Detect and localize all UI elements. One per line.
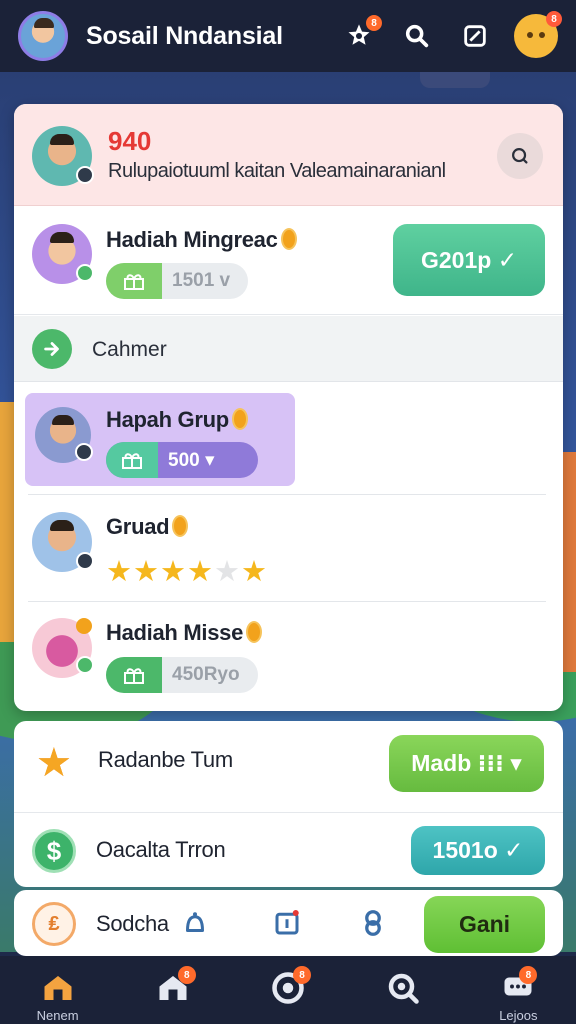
card-label: Radanbe Tum [98,747,233,772]
item-label: Cahmer [92,338,167,361]
top-bar: Sosail Nndansial 8 8 [0,0,576,72]
divider [28,601,546,602]
panel-search-button[interactable] [497,133,543,179]
coin-icon [231,408,248,430]
star-icon: ★ [36,741,72,785]
reward-card: ★ Radanbe Tum Madb ⁝⁝⁝ ▾ [14,721,563,813]
gift-icon [106,263,162,299]
reward-pill: 1501 v [106,263,248,299]
profile-avatar[interactable] [18,11,68,61]
item-avatar [32,512,94,572]
mado-button[interactable]: Madb ⁝⁝⁝ ▾ [389,735,544,792]
pill-value: 1501 v [172,270,231,291]
item-title: Hadiah Misse [106,620,263,646]
bell-icon[interactable] [178,906,212,940]
star-icon: ★ [160,556,186,588]
confirm-button[interactable]: 1501o ✓ [411,826,545,875]
search-icon[interactable] [400,19,434,53]
notification-badge: 8 [292,966,311,984]
panel-header: 940 Rulupaiotuuml kaitan Valeamainarania… [14,104,563,206]
edit-icon[interactable] [458,19,492,53]
item-title: Hapah Grup [106,407,248,433]
link-icon[interactable] [356,906,390,940]
action-card: ₤ Sodcha Gani [14,890,563,956]
reward-pill[interactable]: 500 ▾ [106,442,258,478]
star-icon: ★ [187,556,213,588]
gani-button[interactable]: Gani [424,896,545,953]
reward-pill: 450Ryo [106,657,258,693]
gift-icon [106,657,162,693]
list-item-selected[interactable]: Hapah Grup 500 ▾ [25,393,295,486]
home-icon [44,976,72,1000]
coin-icon [280,228,297,250]
card-label: Oacalta Trron [96,837,226,862]
notification-badge: 8 [546,11,562,27]
app-title: Sosail Nndansial [86,21,283,50]
bottom-nav: Nenem 8 8 8 Lejoos [0,956,576,1024]
nav-target[interactable]: 8 [243,956,333,1024]
notification-badge: 8 [366,15,382,31]
reward-card: $ Oacalta Trron 1501o ✓ [14,813,563,887]
star-settings-icon[interactable]: 8 [342,15,382,53]
coin-icon [172,515,189,537]
item-avatar [32,618,94,678]
star-icon: ★ [241,556,267,588]
notification-badge: 8 [177,966,196,984]
score-value: 940 [108,126,152,156]
pill-value: 450Ryo [172,664,240,685]
gift-icon [106,442,158,478]
item-title: Gruad [106,514,189,540]
dollar-icon: $ [32,829,76,873]
star-icon: ★ [106,556,132,588]
nav-house[interactable]: 8 [128,956,218,1024]
pill-value: 500 ▾ [168,449,215,471]
star-icon: ★ [214,556,240,588]
arrow-right-icon [32,329,72,369]
list-item-cahmer[interactable]: Cahmer [14,316,563,382]
item-avatar [32,224,94,284]
claim-button[interactable]: G201p ✓ [393,224,545,296]
search-icon [388,973,419,1004]
header-subtitle: Rulupaiotuuml kaitan Valeamainaranianl [108,160,446,182]
calendar-icon[interactable] [270,906,304,940]
star-rating: ★ ★ ★ ★ ★ ★ [106,557,268,587]
nav-label: Lejoos [499,1008,538,1023]
background-shape [420,72,490,88]
nav-search[interactable] [358,956,448,1024]
nav-home[interactable]: Nenem [13,956,103,1024]
divider [28,494,546,495]
emoji-face-icon[interactable]: 8 [514,11,562,58]
coin-badge-icon: ₤ [32,902,76,946]
user-avatar[interactable] [32,126,94,186]
card-label: Sodcha [96,911,169,936]
star-icon: ★ [133,556,159,588]
coin-icon [246,621,263,643]
item-avatar [35,407,93,463]
nav-label: Nenem [36,1008,79,1023]
rewards-panel: 940 Rulupaiotuuml kaitan Valeamainarania… [14,104,563,711]
search-icon [512,148,528,164]
nav-chat[interactable]: 8 Lejoos [473,956,563,1024]
item-title: Hadiah Mingreac [106,227,297,253]
